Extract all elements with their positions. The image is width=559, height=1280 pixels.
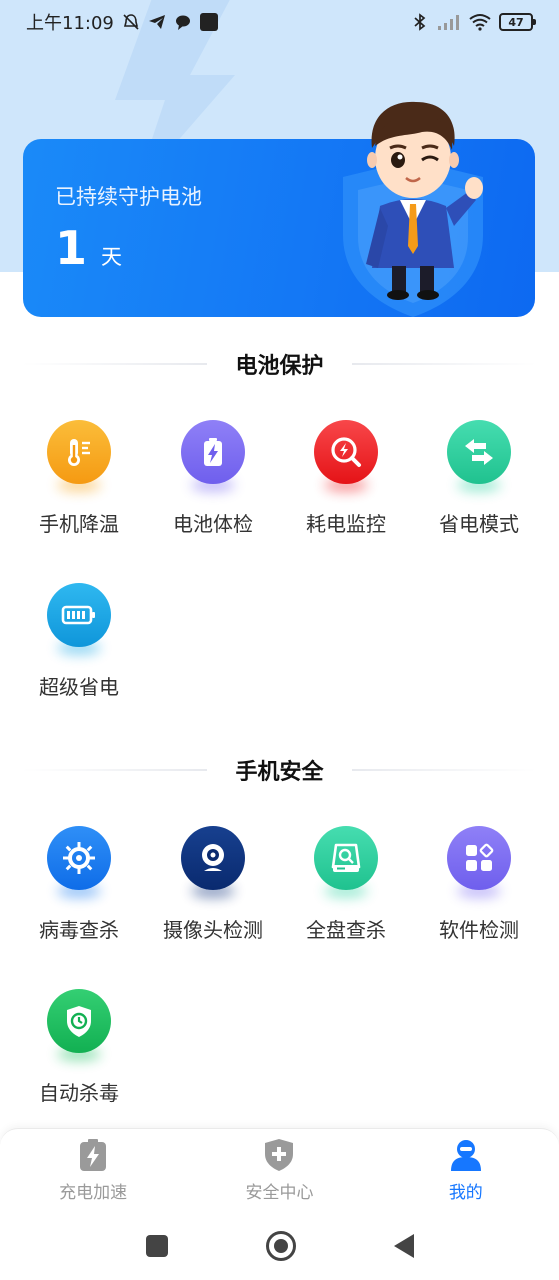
telegram-icon [148, 15, 165, 29]
mascot-illustration [366, 101, 483, 300]
tile-full-disk-scan[interactable]: 全盘查杀 [281, 826, 411, 943]
tile-battery-check[interactable]: 电池体检 [148, 420, 278, 537]
tab-security-center[interactable]: 安全中心 [204, 1138, 354, 1203]
days-count: 1 [55, 221, 88, 275]
tile-label: 病毒查杀 [39, 918, 119, 942]
tile-app-detection[interactable]: 软件检测 [414, 826, 544, 943]
swap-arrows-icon [447, 420, 511, 484]
tile-power-saving-mode[interactable]: 省电模式 [414, 420, 544, 537]
webcam-icon [181, 826, 245, 890]
tile-camera-detection[interactable]: 摄像头检测 [148, 826, 278, 943]
wifi-icon [469, 14, 491, 31]
tile-label: 自动杀毒 [39, 1081, 119, 1105]
app-square-icon [199, 13, 218, 31]
battery-full-icon [47, 583, 111, 647]
recents-button[interactable] [145, 1235, 168, 1257]
tile-power-monitor[interactable]: 耗电监控 [281, 420, 411, 537]
shield-plus-icon [265, 1139, 294, 1171]
battery-section-header: 电池保护 [0, 348, 559, 380]
protection-days: 1 天 [55, 225, 122, 271]
tile-auto-antivirus[interactable]: 自动杀毒 [14, 989, 144, 1106]
tile-super-power-saving[interactable]: 超级省电 [14, 583, 144, 700]
mute-icon [123, 14, 139, 30]
divider [351, 769, 537, 771]
battery-section-title: 电池保护 [235, 354, 324, 379]
thermometer-icon [47, 420, 111, 484]
tile-label: 摄像头检测 [163, 918, 263, 942]
tile-label: 省电模式 [439, 512, 519, 536]
power-monitor-icon [314, 420, 378, 484]
security-section-title: 手机安全 [235, 760, 324, 785]
virus-icon [47, 826, 111, 890]
signal-icon [438, 15, 459, 30]
divider [351, 363, 537, 365]
back-button[interactable] [393, 1234, 414, 1258]
charge-icon [80, 1139, 107, 1171]
tile-label: 全盘查杀 [306, 918, 386, 942]
bottom-tab-bar: 充电加速 安全中心 我的 [0, 1128, 559, 1212]
disk-scan-icon [314, 826, 378, 890]
tile-label: 软件检测 [439, 918, 519, 942]
hero-title: 已持续守护电池 [55, 185, 202, 209]
tab-label: 充电加速 [59, 1183, 128, 1203]
divider [22, 769, 208, 771]
tile-phone-cooling[interactable]: 手机降温 [14, 420, 144, 537]
tile-label: 超级省电 [39, 675, 119, 699]
home-button[interactable] [265, 1231, 296, 1261]
status-time: 上午11:09 [26, 13, 114, 34]
user-icon [450, 1140, 481, 1171]
tab-label: 我的 [448, 1183, 483, 1203]
battery-icon: 47 [499, 13, 536, 31]
system-nav-bar [0, 1212, 559, 1280]
tile-label: 电池体检 [173, 512, 253, 536]
tab-charge-boost[interactable]: 充电加速 [18, 1138, 168, 1203]
bluetooth-icon [414, 13, 426, 31]
tile-virus-scan[interactable]: 病毒查杀 [14, 826, 144, 943]
battery-check-icon [181, 420, 245, 484]
apps-icon [447, 826, 511, 890]
tab-mine[interactable]: 我的 [391, 1138, 541, 1203]
shield-clock-icon [47, 989, 111, 1053]
tile-label: 手机降温 [39, 512, 119, 536]
tile-label: 耗电监控 [306, 512, 386, 536]
status-bar: 上午11:09 47 [0, 0, 559, 44]
chat-bubble-icon [175, 15, 190, 30]
tab-label: 安全中心 [245, 1183, 314, 1203]
divider [22, 363, 208, 365]
days-unit: 天 [101, 245, 123, 269]
security-section-header: 手机安全 [0, 754, 559, 786]
app-page: 上午11:09 47 已持续守护电池 1 天 电池保护 手机降温 电池体检 耗电… [0, 0, 559, 1280]
